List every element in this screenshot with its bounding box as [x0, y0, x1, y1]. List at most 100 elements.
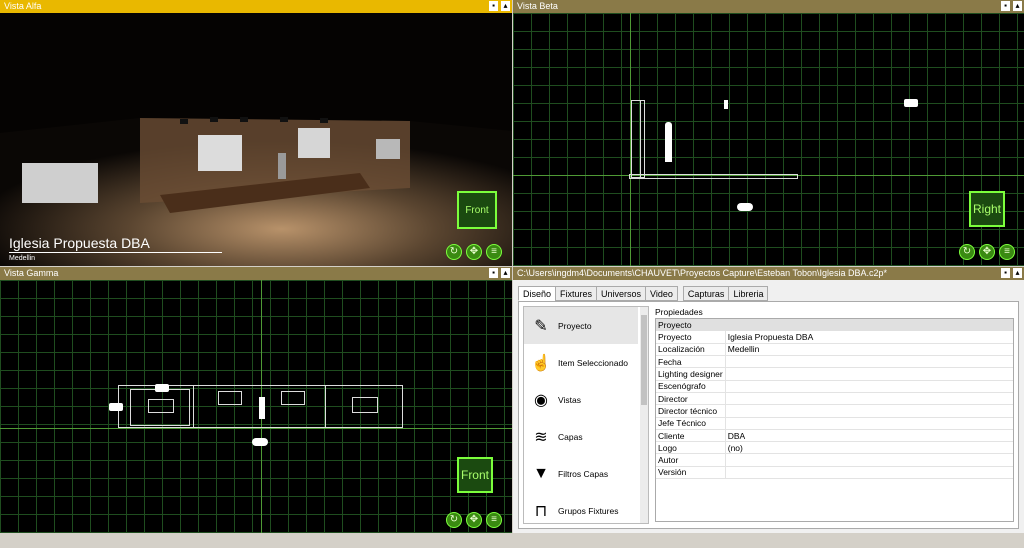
sidebar-item-label: Capas: [558, 431, 583, 442]
property-row[interactable]: Localización Medellin: [656, 343, 1013, 357]
vista-alfa-title: Vista Alfa: [4, 1, 42, 11]
editor-tabs: Diseño Fixtures Universos Video Capturas…: [518, 286, 769, 301]
property-value[interactable]: DBA: [725, 429, 1013, 443]
figure-icon: [665, 122, 672, 162]
sidebar-item-label: Proyecto: [558, 320, 592, 331]
maximize-icon[interactable]: ▴: [501, 268, 510, 278]
filter-icon: ▼: [533, 464, 549, 482]
sidebar-item-filtros[interactable]: ▼ Filtros Capas: [524, 455, 638, 492]
property-row[interactable]: Director técnico: [656, 404, 1013, 418]
maximize-icon[interactable]: ▴: [1013, 1, 1022, 11]
editor-titlebar[interactable]: C:\Users\ingdm4\Documents\CHAUVET\Proyec…: [513, 267, 1024, 280]
scrollbar-thumb[interactable]: [641, 315, 647, 405]
tab-capturas[interactable]: Capturas: [682, 286, 730, 301]
vista-beta-titlebar[interactable]: Vista Beta ▪ ▴: [513, 0, 1024, 13]
property-value[interactable]: [725, 466, 1013, 480]
menu-icon[interactable]: ≡: [999, 244, 1015, 260]
tab-diseno[interactable]: Diseño: [518, 286, 557, 301]
view-cube[interactable]: Right: [969, 191, 1005, 227]
vista-beta-title: Vista Beta: [517, 1, 558, 11]
vista-alfa-titlebar[interactable]: Vista Alfa ▪ ▴: [0, 0, 512, 13]
property-value[interactable]: [725, 380, 1013, 393]
rotate-icon[interactable]: ↻: [959, 244, 975, 260]
file-path: C:\Users\ingdm4\Documents\CHAUVET\Proyec…: [517, 268, 888, 278]
property-value[interactable]: [725, 367, 1013, 381]
property-key: Versión: [656, 466, 726, 480]
sidebar-item-label: Vistas: [558, 394, 581, 405]
camera-icon: [904, 99, 918, 107]
dock-icon[interactable]: ▪: [489, 1, 498, 11]
tab-video[interactable]: Video: [645, 286, 678, 301]
sidebar-item-label: Filtros Capas: [558, 468, 609, 479]
vista-gamma-viewport[interactable]: Front ↻ ✥ ≡: [0, 280, 512, 533]
sidebar-item-seleccionado[interactable]: ☝ Item Seleccionado: [524, 344, 638, 381]
dock-icon[interactable]: ▪: [489, 268, 498, 278]
view-cube[interactable]: Front: [457, 457, 493, 493]
pan-icon[interactable]: ✥: [466, 512, 482, 528]
tab-fixtures[interactable]: Fixtures: [555, 286, 598, 301]
vista-gamma-title: Vista Gamma: [4, 268, 59, 278]
property-row[interactable]: Versión: [656, 466, 1013, 480]
sidebar-item-vistas[interactable]: ◉ Vistas: [524, 381, 638, 418]
tab-libreria[interactable]: Libreria: [728, 286, 769, 301]
property-row[interactable]: Director: [656, 392, 1013, 406]
properties-table: Proyecto Iglesia Propuesta DBA Localizació…: [656, 331, 1013, 480]
property-key: Escenógrafo: [656, 380, 726, 393]
sidebar-item-capas[interactable]: ≋ Capas: [524, 418, 638, 455]
property-key: Director técnico: [656, 404, 726, 418]
pan-icon[interactable]: ✥: [979, 244, 995, 260]
editor-content: ✎ Proyecto ☝ Item Seleccionado ◉ Vistas ≋ Ca…: [518, 301, 1019, 529]
property-value[interactable]: [725, 355, 1013, 369]
property-value[interactable]: [725, 453, 1013, 467]
property-value[interactable]: [725, 392, 1013, 406]
sidebar-item-proyecto[interactable]: ✎ Proyecto: [524, 307, 638, 344]
camera-icon: [109, 403, 123, 411]
cloud-icon: [252, 438, 268, 446]
property-row[interactable]: Cliente DBA: [656, 429, 1013, 443]
property-row[interactable]: Fecha: [656, 355, 1013, 369]
camera-icon: [155, 384, 169, 392]
pan-icon[interactable]: ✥: [466, 244, 482, 260]
property-row[interactable]: Jefe Técnico: [656, 417, 1013, 430]
property-key: Autor: [656, 453, 726, 467]
menu-icon[interactable]: ≡: [486, 244, 502, 260]
properties-group-header: Proyecto: [656, 319, 1013, 331]
property-value[interactable]: Medellin: [725, 343, 1013, 357]
stage-render: [0, 13, 512, 266]
maximize-icon[interactable]: ▴: [1013, 268, 1022, 278]
view-cube-label: Right: [972, 202, 1001, 216]
dock-icon[interactable]: ▪: [1001, 268, 1010, 278]
project-name-overlay: Iglesia Propuesta DBA: [9, 235, 150, 251]
vista-alfa-viewport[interactable]: Iglesia Propuesta DBA Medellin Front ↻ ✥…: [0, 13, 512, 266]
property-key: Logo: [656, 441, 726, 455]
vista-beta-viewport[interactable]: Right ↻ ✥ ≡: [513, 13, 1024, 266]
tab-universos[interactable]: Universos: [596, 286, 647, 301]
vista-gamma-titlebar[interactable]: Vista Gamma ▪ ▴: [0, 267, 512, 280]
maximize-icon[interactable]: ▴: [501, 1, 510, 11]
property-value[interactable]: (no): [725, 441, 1013, 455]
property-value[interactable]: Iglesia Propuesta DBA: [725, 331, 1013, 344]
sidebar-item-label: Grupos Fixtures: [558, 505, 619, 516]
sidebar: ✎ Proyecto ☝ Item Seleccionado ◉ Vistas ≋ Ca…: [523, 306, 649, 524]
properties-title: Propiedades: [655, 307, 703, 317]
property-row[interactable]: Autor: [656, 453, 1013, 467]
light-icon: [724, 100, 728, 109]
property-row[interactable]: Escenógrafo: [656, 380, 1013, 393]
property-key: Localización: [656, 343, 726, 357]
property-row[interactable]: Lighting designer: [656, 367, 1013, 381]
rotate-icon[interactable]: ↻: [446, 512, 462, 528]
property-row[interactable]: Proyecto Iglesia Propuesta DBA: [656, 331, 1013, 344]
properties-grid: Proyecto Proyecto Iglesia Propuesta DBA Lo…: [655, 318, 1014, 522]
property-value[interactable]: [725, 417, 1013, 430]
property-key: Lighting designer: [656, 367, 726, 381]
dock-icon[interactable]: ▪: [1001, 1, 1010, 11]
view-cube[interactable]: Front: [457, 191, 497, 229]
property-key: Cliente: [656, 429, 726, 443]
menu-icon[interactable]: ≡: [486, 512, 502, 528]
rotate-icon[interactable]: ↻: [446, 244, 462, 260]
property-row[interactable]: Logo (no): [656, 441, 1013, 455]
city-overlay: Medellin: [9, 255, 36, 262]
sidebar-item-grupos[interactable]: ⊓ Grupos Fixtures: [524, 492, 638, 523]
sidebar-scrollbar[interactable]: [640, 307, 648, 523]
property-value[interactable]: [725, 404, 1013, 418]
